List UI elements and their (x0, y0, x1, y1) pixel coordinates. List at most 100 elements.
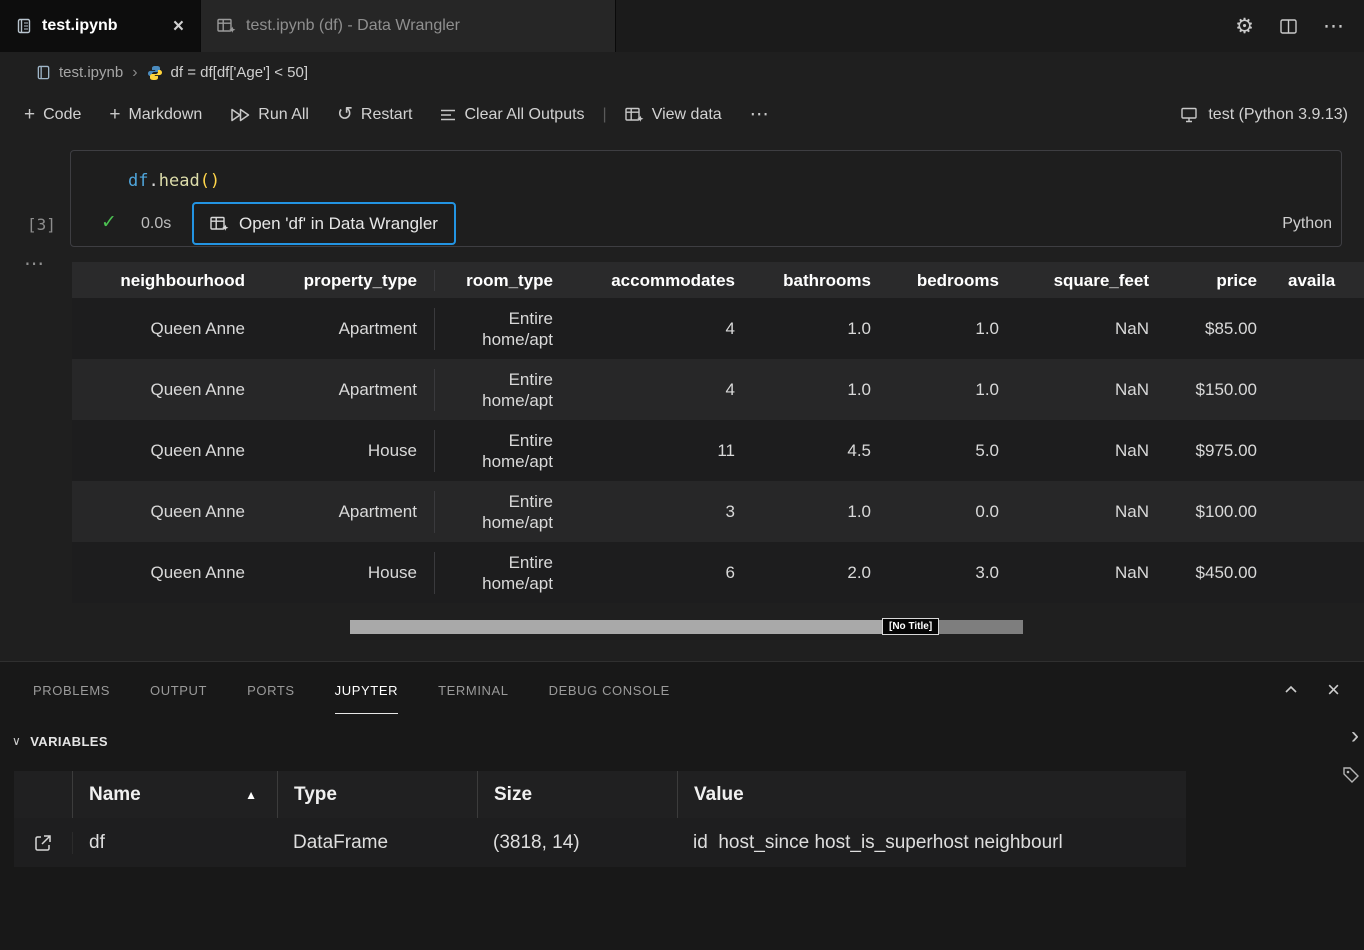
table-cell: Entire home/apt (434, 491, 570, 533)
table-cell: 4 (570, 379, 752, 400)
table-cell: NaN (1016, 562, 1166, 583)
more-actions-icon[interactable]: ⋯ (1323, 16, 1344, 37)
column-header-name[interactable]: Name ▲ (72, 771, 277, 818)
data-wrangler-icon (625, 107, 644, 123)
table-cell: $85.00 (1166, 318, 1274, 339)
variables-header-row: Name ▲ Type Size Value (14, 771, 1186, 818)
table-cell: 1.0 (752, 501, 888, 522)
table-cell: 1.0 (888, 379, 1016, 400)
table-row: Queen Anne Apartment Entire home/apt 3 1… (72, 481, 1364, 542)
notebook-file-icon (16, 18, 32, 34)
tab-label: test.ipynb (42, 17, 118, 35)
tab-ports[interactable]: PORTS (247, 662, 295, 718)
column-header-size[interactable]: Size (477, 771, 677, 818)
tab-output[interactable]: OUTPUT (150, 662, 207, 718)
kernel-label: test (Python 3.9.13) (1208, 106, 1348, 124)
table-cell: NaN (1016, 318, 1166, 339)
column-header: bedrooms (888, 270, 1016, 291)
variables-grid: Name ▲ Type Size Value df DataFrame (381… (14, 771, 1186, 867)
table-cell: $150.00 (1166, 379, 1274, 400)
run-all-button[interactable]: Run All (216, 93, 323, 136)
restart-icon: ↺ (337, 103, 353, 126)
tab-problems[interactable]: PROBLEMS (33, 662, 110, 718)
variable-value: id host_since host_is_superhost neighbou… (677, 832, 1186, 854)
restart-kernel-button[interactable]: ↺ Restart (323, 93, 427, 136)
variable-name: df (72, 832, 277, 854)
breadcrumb-cell[interactable]: df = df[df['Age'] < 50] (147, 64, 309, 81)
clear-outputs-label: Clear All Outputs (464, 106, 584, 124)
vscode-window: test.ipynb × test.ipynb (df) - Data Wran… (0, 0, 1364, 950)
table-cell: Queen Anne (72, 440, 262, 461)
tab-label: test.ipynb (df) - Data Wrangler (246, 17, 460, 35)
open-variable-icon[interactable] (14, 833, 72, 853)
code-editor[interactable]: df.head() (128, 171, 220, 191)
table-row: Queen Anne Apartment Entire home/apt 4 1… (72, 298, 1364, 359)
column-header: square_feet (1016, 270, 1166, 291)
table-cell: House (262, 440, 434, 461)
table-cell: Queen Anne (72, 379, 262, 400)
variable-type: DataFrame (277, 832, 477, 854)
table-row: Queen Anne House Entire home/apt 6 2.0 3… (72, 542, 1364, 603)
table-cell: House (262, 562, 434, 583)
table-cell: Apartment (262, 318, 434, 339)
tab-jupyter[interactable]: JUPYTER (335, 662, 398, 718)
variable-row-df[interactable]: df DataFrame (3818, 14) id host_since ho… (14, 818, 1186, 867)
table-cell: Entire home/apt (434, 369, 570, 411)
tag-icon[interactable] (1342, 766, 1360, 784)
table-cell: NaN (1016, 379, 1166, 400)
table-cell: $975.00 (1166, 440, 1274, 461)
table-cell: Apartment (262, 379, 434, 400)
table-cell: 11 (570, 440, 752, 461)
column-header-type[interactable]: Type (277, 771, 477, 818)
breadcrumb-file[interactable]: test.ipynb (36, 64, 123, 81)
add-markdown-cell-button[interactable]: + Markdown (95, 93, 216, 136)
code-token: head (159, 171, 200, 191)
chevron-up-icon[interactable] (1283, 682, 1299, 698)
add-code-cell-button[interactable]: + Code (10, 93, 95, 136)
tab-debug-console[interactable]: DEBUG CONSOLE (549, 662, 670, 718)
breadcrumb-cell-label: df = df[df['Age'] < 50] (171, 64, 309, 81)
tab-data-wrangler[interactable]: test.ipynb (df) - Data Wrangler (201, 0, 616, 52)
column-header: accommodates (570, 270, 752, 291)
table-cell: $100.00 (1166, 501, 1274, 522)
column-header-label: Size (494, 784, 532, 806)
scrollbar-thumb[interactable] (350, 620, 882, 634)
table-row: Queen Anne Apartment Entire home/apt 4 1… (72, 359, 1364, 420)
table-cell: $450.00 (1166, 562, 1274, 583)
data-wrangler-icon (217, 18, 236, 34)
tab-terminal[interactable]: TERMINAL (438, 662, 509, 718)
tab-test-ipynb[interactable]: test.ipynb × (0, 0, 201, 52)
titlebar-actions: ⚙ ⋯ (1235, 0, 1364, 52)
column-header: bathrooms (752, 270, 888, 291)
kernel-picker[interactable]: test (Python 3.9.13) (1180, 106, 1364, 124)
gear-icon[interactable]: ⚙ (1235, 16, 1254, 37)
toolbar-more-icon[interactable]: ⋯ (736, 93, 783, 136)
success-check-icon: ✓ (101, 211, 117, 234)
clear-outputs-icon (440, 108, 456, 122)
cell-language-picker[interactable]: Python (1282, 215, 1332, 233)
clear-all-outputs-button[interactable]: Clear All Outputs (426, 93, 598, 136)
column-header-value[interactable]: Value (677, 771, 1186, 818)
table-cell: 4.5 (752, 440, 888, 461)
sort-ascending-icon: ▲ (245, 788, 257, 802)
restart-label: Restart (361, 106, 413, 124)
scrollbar-thumb-segment[interactable] (939, 620, 1023, 634)
horizontal-scrollbar[interactable]: [No Title] (350, 618, 1028, 635)
execution-count: [3] (27, 215, 56, 234)
breadcrumb-file-label: test.ipynb (59, 64, 123, 81)
open-button-label: Open 'df' in Data Wrangler (239, 214, 438, 234)
table-cell: 3 (570, 501, 752, 522)
python-icon (147, 65, 163, 81)
close-tab-icon[interactable]: × (173, 17, 184, 36)
split-editor-icon[interactable] (1280, 19, 1297, 34)
close-panel-icon[interactable]: × (1327, 679, 1340, 701)
chevron-right-icon[interactable]: › (1351, 724, 1359, 748)
view-data-button[interactable]: View data (611, 93, 736, 136)
table-cell: Queen Anne (72, 318, 262, 339)
data-wrangler-icon (210, 216, 229, 232)
output-more-icon[interactable]: ⋯ (24, 251, 44, 276)
open-df-in-data-wrangler-button[interactable]: Open 'df' in Data Wrangler (192, 202, 456, 245)
variables-section-header[interactable]: ∨ VARIABLES (0, 723, 108, 759)
table-cell: 4 (570, 318, 752, 339)
kernel-icon (1180, 107, 1198, 123)
